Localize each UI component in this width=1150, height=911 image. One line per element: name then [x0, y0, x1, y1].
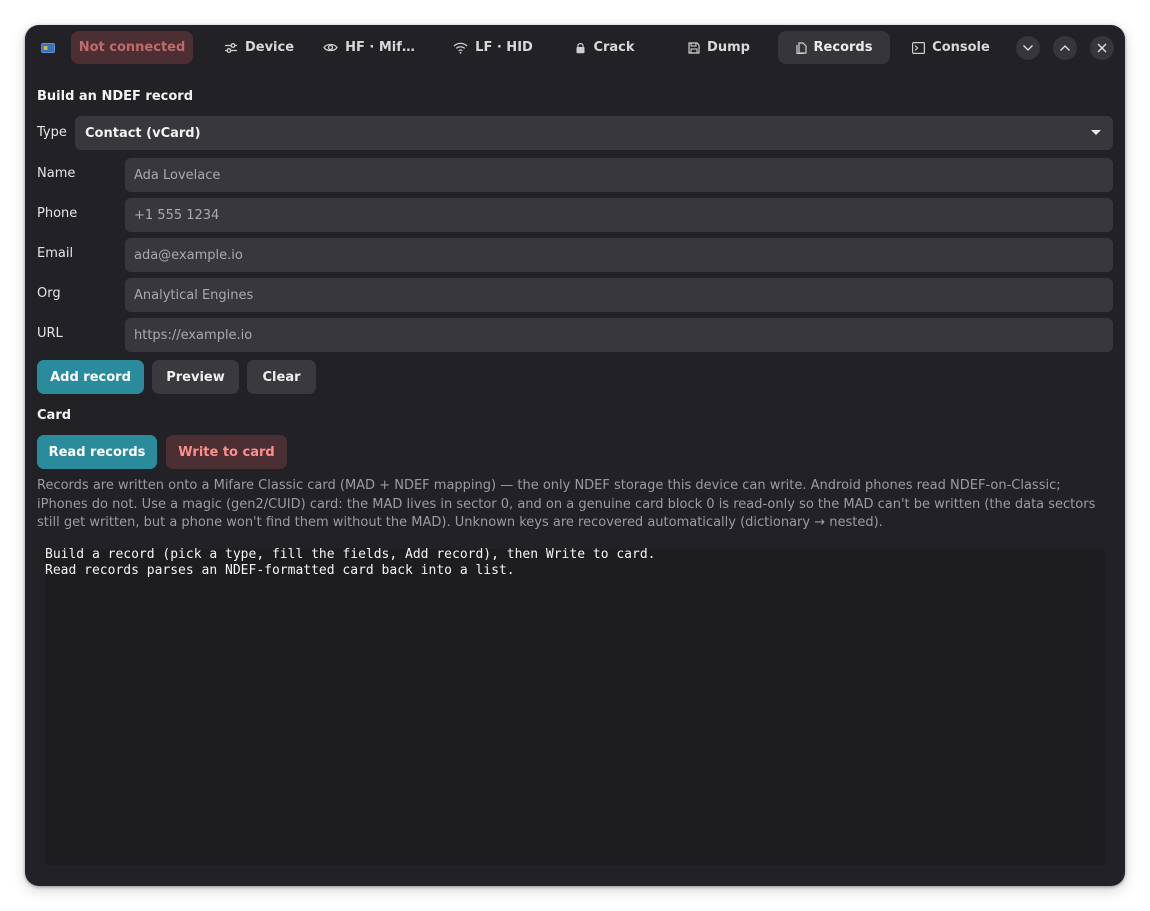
close-button[interactable]: [1090, 36, 1114, 60]
tab-device[interactable]: Device: [211, 31, 307, 64]
name-input[interactable]: [125, 158, 1113, 192]
sliders-icon: [224, 42, 237, 53]
email-input[interactable]: [125, 238, 1113, 272]
terminal-icon: [912, 41, 926, 54]
org-label: Org: [37, 286, 61, 301]
write-to-card-button[interactable]: Write to card: [166, 435, 287, 469]
header-bar: Not connected Device HF · Mif… LF · HID …: [25, 25, 1125, 71]
tab-label: Records: [813, 40, 873, 55]
url-label: URL: [37, 326, 63, 341]
url-input[interactable]: [125, 318, 1113, 352]
app-window: Not connected Device HF · Mif… LF · HID …: [25, 25, 1125, 886]
tab-label: Crack: [593, 40, 635, 55]
connection-status-badge: Not connected: [71, 31, 193, 64]
tab-records[interactable]: Records: [778, 31, 890, 64]
phone-label: Phone: [37, 206, 78, 221]
card-info-text: Records are written onto a Mifare Classi…: [37, 478, 1096, 530]
tab-lf-hid[interactable]: LF · HID: [440, 31, 546, 64]
org-input[interactable]: [125, 278, 1113, 312]
record-type-value: Contact (vCard): [85, 125, 201, 141]
wifi-icon: [453, 42, 468, 54]
tab-label: Console: [932, 40, 990, 55]
type-label: Type: [37, 125, 67, 140]
save-icon: [688, 41, 700, 54]
read-records-button[interactable]: Read records: [37, 435, 157, 469]
copy-icon: [795, 41, 807, 54]
record-type-select[interactable]: Contact (vCard): [75, 116, 1113, 150]
log-line: Read records parses an NDEF-formatted ca…: [45, 563, 515, 578]
preview-button[interactable]: Preview: [152, 360, 239, 394]
app-card-icon: [41, 43, 55, 53]
builder-title: Build an NDEF record: [37, 89, 193, 104]
tab-label: LF · HID: [475, 40, 533, 55]
maximize-button[interactable]: [1053, 36, 1077, 60]
dropdown-caret-icon: [1091, 130, 1101, 135]
tab-dump[interactable]: Dump: [675, 31, 763, 64]
output-log[interactable]: Build a record (pick a type, fill the fi…: [45, 547, 1105, 865]
log-line: Build a record (pick a type, fill the fi…: [45, 547, 656, 562]
tab-console[interactable]: Console: [903, 31, 999, 64]
add-record-button[interactable]: Add record: [37, 360, 144, 394]
tab-label: Dump: [707, 40, 750, 55]
chevron-down-icon: [1023, 45, 1033, 51]
tab-label: HF · Mif…: [345, 40, 415, 55]
phone-input[interactable]: [125, 198, 1113, 232]
name-label: Name: [37, 166, 76, 181]
tab-crack[interactable]: Crack: [561, 31, 649, 64]
eye-icon: [323, 43, 338, 52]
email-label: Email: [37, 246, 74, 261]
tab-hf-mifare[interactable]: HF · Mif…: [317, 31, 421, 64]
close-icon: [1097, 43, 1107, 53]
minimize-button[interactable]: [1016, 36, 1040, 60]
card-title: Card: [37, 408, 72, 423]
chevron-up-icon: [1060, 45, 1070, 51]
tab-label: Device: [244, 40, 295, 55]
clear-button[interactable]: Clear: [247, 360, 316, 394]
lock-icon: [576, 42, 585, 53]
